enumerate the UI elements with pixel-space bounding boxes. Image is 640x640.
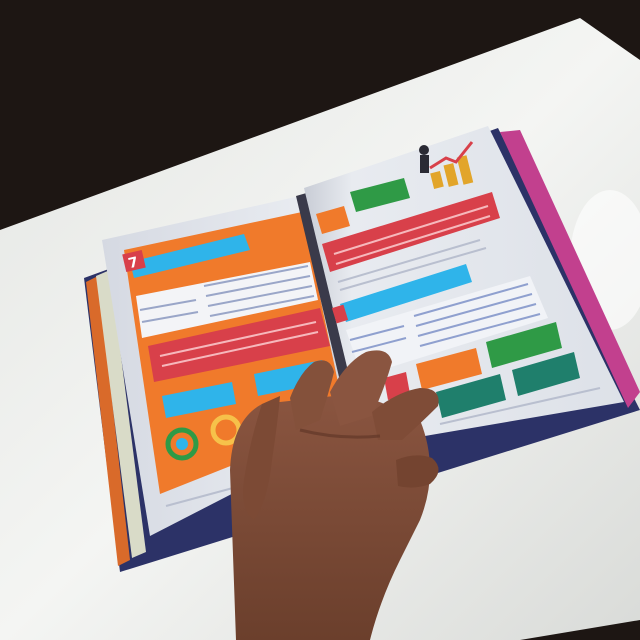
photo-scene: 7	[0, 0, 640, 640]
businessman-icon	[419, 145, 429, 155]
cycle-icon-center	[176, 438, 188, 450]
